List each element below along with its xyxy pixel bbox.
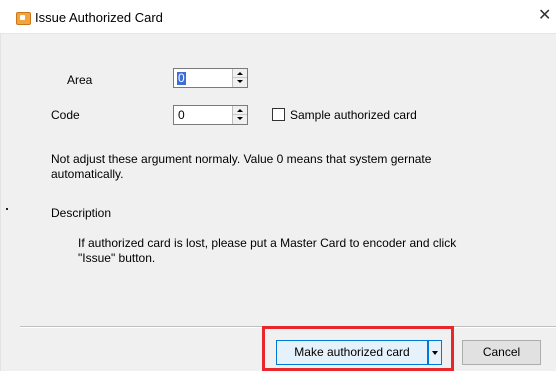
title-bar: Issue Authorized Card ✕ (0, 0, 556, 34)
description-line-2: "Issue" button. (78, 251, 156, 265)
note-text: Not adjust these argument normaly. Value… (51, 152, 491, 182)
note-line-2: automatically. (51, 167, 124, 181)
sample-authorized-card-label[interactable]: Sample authorized card (290, 108, 417, 122)
area-up-arrow-icon[interactable] (233, 69, 247, 78)
left-edge (0, 33, 1, 371)
note-line-1: Not adjust these argument normaly. Value… (51, 152, 432, 166)
close-button[interactable]: ✕ (538, 4, 556, 28)
sample-authorized-card-checkbox[interactable] (272, 108, 285, 121)
code-down-arrow-icon[interactable] (233, 115, 247, 124)
description-text: If authorized card is lost, please put a… (78, 236, 518, 266)
description-heading: Description (51, 206, 112, 220)
code-value[interactable]: 0 (177, 109, 186, 122)
area-value[interactable]: 0 (177, 72, 186, 85)
red-highlight-box (262, 326, 454, 371)
issue-authorized-card-dialog: Issue Authorized Card ✕ Area 0 Code 0 Sa… (0, 0, 556, 371)
code-spinbox[interactable]: 0 (173, 105, 248, 125)
area-spinbox[interactable]: 0 (173, 68, 248, 88)
window-title: Issue Authorized Card (35, 10, 163, 25)
code-spin-buttons (232, 106, 247, 124)
app-icon (16, 12, 31, 25)
description-line-1: If authorized card is lost, please put a… (78, 236, 457, 250)
code-label: Code (51, 108, 80, 122)
area-spin-buttons (232, 69, 247, 87)
cursor-mark (6, 208, 8, 210)
area-down-arrow-icon[interactable] (233, 78, 247, 87)
code-up-arrow-icon[interactable] (233, 106, 247, 115)
cancel-button[interactable]: Cancel (462, 340, 541, 365)
area-label: Area (67, 73, 93, 87)
